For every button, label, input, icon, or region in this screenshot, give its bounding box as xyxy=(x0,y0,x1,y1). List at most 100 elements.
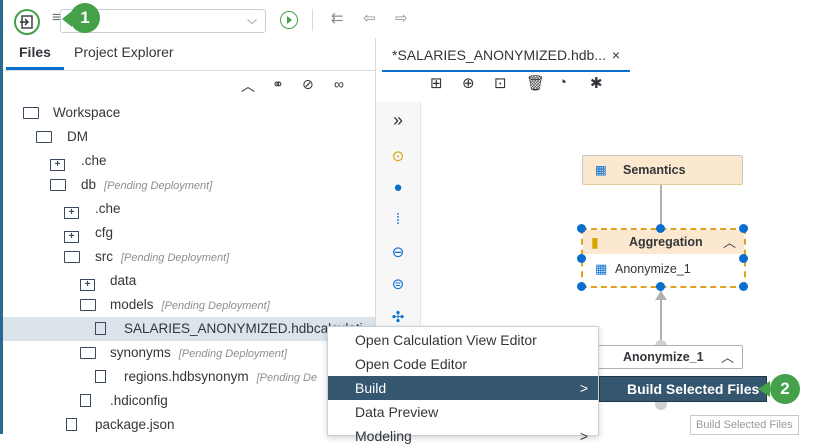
tab-files[interactable]: Files xyxy=(19,44,51,60)
tree-item-models[interactable]: models [Pending Deployment] xyxy=(3,293,375,317)
connector-line xyxy=(660,184,662,228)
file-icon xyxy=(95,365,106,389)
tree-item-data[interactable]: + data xyxy=(3,269,375,293)
import-icon[interactable] xyxy=(14,9,40,35)
semantics-icon: ▦ xyxy=(595,163,607,177)
menu-item-label: Open Calculation View Editor xyxy=(355,332,537,348)
delete-icon[interactable]: 🗑 xyxy=(526,74,545,100)
resize-handle[interactable] xyxy=(577,282,586,291)
callout-badge-2: 2 xyxy=(770,374,800,404)
menu-item-label: Data Preview xyxy=(355,404,439,420)
tree-item-che-db[interactable]: + .che xyxy=(3,197,375,221)
menu-item-modeling[interactable]: Modeling > xyxy=(328,424,598,448)
menu-item-label: Build xyxy=(355,380,387,396)
submenu-arrow-icon: > xyxy=(579,428,588,444)
active-tab-indicator xyxy=(6,67,64,70)
menu-item-label: Open Code Editor xyxy=(355,356,468,372)
node-input-label: Anonymize_1 xyxy=(615,262,691,276)
folder-open-icon xyxy=(64,245,80,269)
step-back-icon[interactable]: ⇇ xyxy=(331,9,344,27)
tree-item-cfg[interactable]: + cfg xyxy=(3,221,375,245)
tree-item-label: regions.hdbsynonym xyxy=(124,369,249,384)
hide-icon[interactable]: ⊘ xyxy=(302,76,314,93)
menu-item-label: Modeling xyxy=(355,428,412,444)
anonymize-node[interactable]: Anonymize_1 ︿ xyxy=(598,345,743,369)
folder-closed-icon: + xyxy=(50,149,65,173)
context-menu: Open Calculation View Editor Open Code E… xyxy=(327,326,599,444)
resize-handle[interactable] xyxy=(739,282,748,291)
tree-item-src[interactable]: src [Pending Deployment] xyxy=(3,245,375,269)
resize-handle[interactable] xyxy=(656,282,665,291)
folder-closed-icon: + xyxy=(80,269,95,293)
tree-item-workspace[interactable]: Workspace xyxy=(3,101,375,125)
hierarchy-icon[interactable]: ⊞ xyxy=(430,74,443,100)
menu-item-build[interactable]: Build > xyxy=(328,376,598,400)
debug-icon[interactable]: ✱ xyxy=(590,74,603,100)
collapse-icon[interactable]: ︿ xyxy=(241,76,255,96)
folder-open-icon xyxy=(23,101,39,125)
resize-handle[interactable] xyxy=(577,254,586,263)
folder-open-icon xyxy=(36,125,52,149)
expand-palette-icon[interactable]: » xyxy=(388,110,408,131)
performance-icon[interactable]: ◔ xyxy=(558,74,567,100)
tree-item-synonyms[interactable]: synonyms [Pending Deployment] xyxy=(3,341,375,365)
menu-item-data-preview[interactable]: Data Preview xyxy=(328,400,598,424)
toolbar-separator xyxy=(312,9,313,31)
folder-open-icon xyxy=(80,293,96,317)
union-icon[interactable]: ⊙ xyxy=(388,147,408,165)
add-node-icon[interactable]: ⊕ xyxy=(462,74,475,100)
menu-item-open-code-editor[interactable]: Open Code Editor xyxy=(328,352,598,376)
projection-icon[interactable]: ⁞ xyxy=(388,211,408,228)
chevron-down-icon: ⌵ xyxy=(247,12,257,27)
tree-item-db[interactable]: db [Pending Deployment] xyxy=(3,173,375,197)
file-icon xyxy=(95,317,106,341)
node-title: Anonymize_1 xyxy=(623,350,704,364)
tree-item-label: package.json xyxy=(95,417,175,432)
file-icon xyxy=(66,413,77,437)
resize-handle[interactable] xyxy=(739,224,748,233)
glasses-icon[interactable]: ∞ xyxy=(334,76,344,92)
tab-project-explorer[interactable]: Project Explorer xyxy=(74,44,174,60)
submenu-arrow-icon: > xyxy=(579,380,588,396)
link-icon[interactable]: ⚭ xyxy=(272,76,284,93)
tree-item-salaries-anonymized[interactable]: SALARIES_ANONYMIZED.hdbcalculati xyxy=(3,317,375,341)
arrow-right-icon[interactable]: ⇨ xyxy=(395,9,408,27)
tree-item-package-json[interactable]: package.json xyxy=(3,413,375,437)
pending-label: [Pending Deployment] xyxy=(104,180,213,192)
tree-item-label: db xyxy=(81,177,97,192)
arrow-left-icon[interactable]: ⇦ xyxy=(363,9,376,27)
menu-item-open-calc-view-editor[interactable]: Open Calculation View Editor xyxy=(328,328,598,352)
collapse-node-icon[interactable]: ︿ xyxy=(723,232,736,251)
node-title: Semantics xyxy=(623,163,686,177)
expand-icon[interactable]: ⊡ xyxy=(494,74,507,100)
tree-item-hdiconfig[interactable]: .hdiconfig xyxy=(3,389,375,413)
anonymize-icon[interactable]: ✣ xyxy=(388,308,408,326)
tree-item-label: src xyxy=(95,249,113,264)
collapse-node-icon[interactable]: ︿ xyxy=(721,347,734,366)
aggregation-node[interactable]: ▮ Aggregation ︿ ▦ Anonymize_1 xyxy=(581,228,746,288)
pending-label: [Pending Deployment] xyxy=(121,252,230,264)
semantics-node[interactable]: ▦ Semantics xyxy=(582,155,743,185)
tree-item-dm[interactable]: DM xyxy=(3,125,375,149)
tree-item-label: cfg xyxy=(95,225,114,240)
rank-icon[interactable]: ⊜ xyxy=(388,275,408,293)
close-icon[interactable]: × xyxy=(612,40,620,70)
editor-tab[interactable]: *SALARIES_ANONYMIZED.hdb... × xyxy=(382,40,630,72)
file-icon xyxy=(80,389,91,413)
tooltip: Build Selected Files xyxy=(690,415,799,435)
connector-arrow xyxy=(655,291,667,300)
menu-item-build-selected-files[interactable]: Build Selected Files xyxy=(599,376,767,402)
aggregation-icon[interactable]: ⊖ xyxy=(388,243,408,261)
resize-handle[interactable] xyxy=(577,224,586,233)
editor-tab-title: *SALARIES_ANONYMIZED.hdb... xyxy=(392,47,606,63)
aggregation-icon: ▮ xyxy=(591,234,599,250)
resize-handle[interactable] xyxy=(739,254,748,263)
run-icon[interactable] xyxy=(280,11,298,29)
tree-item-regions-synonym[interactable]: regions.hdbsynonym [Pending De xyxy=(3,365,375,389)
tree-item-che[interactable]: + .che xyxy=(3,149,375,173)
tree-item-label: models xyxy=(110,297,154,312)
tree-item-label: synonyms xyxy=(110,345,171,360)
table-icon: ▦ xyxy=(595,261,608,276)
resize-handle[interactable] xyxy=(656,224,665,233)
join-icon[interactable]: ● xyxy=(388,179,408,196)
